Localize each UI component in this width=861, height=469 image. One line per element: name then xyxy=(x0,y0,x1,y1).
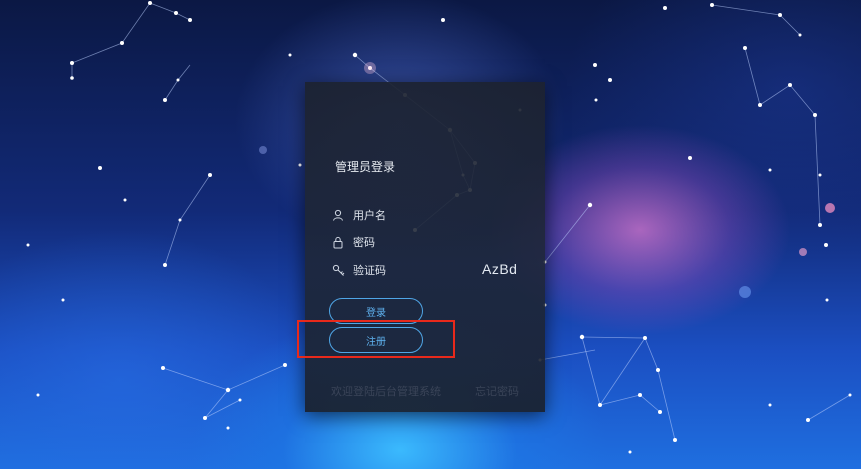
username-field[interactable]: 用户名 xyxy=(331,206,531,224)
captcha-image[interactable]: AzBd xyxy=(482,261,517,277)
password-label: 密码 xyxy=(353,236,375,249)
key-icon xyxy=(331,263,345,277)
forgot-password-link[interactable]: 忘记密码 xyxy=(475,383,519,399)
username-label: 用户名 xyxy=(353,209,386,222)
user-icon xyxy=(331,208,345,222)
login-title: 管理员登录 xyxy=(335,160,396,174)
login-panel: 管理员登录 用户名 密码 验证码 AzBd 登录 注册 欢迎登陆后台管理系统 忘… xyxy=(305,82,545,412)
welcome-text: 欢迎登陆后台管理系统 xyxy=(331,385,441,398)
register-highlight-box xyxy=(297,320,455,358)
captcha-label: 验证码 xyxy=(353,264,386,277)
lock-icon xyxy=(331,235,345,249)
password-field[interactable]: 密码 xyxy=(331,233,531,251)
